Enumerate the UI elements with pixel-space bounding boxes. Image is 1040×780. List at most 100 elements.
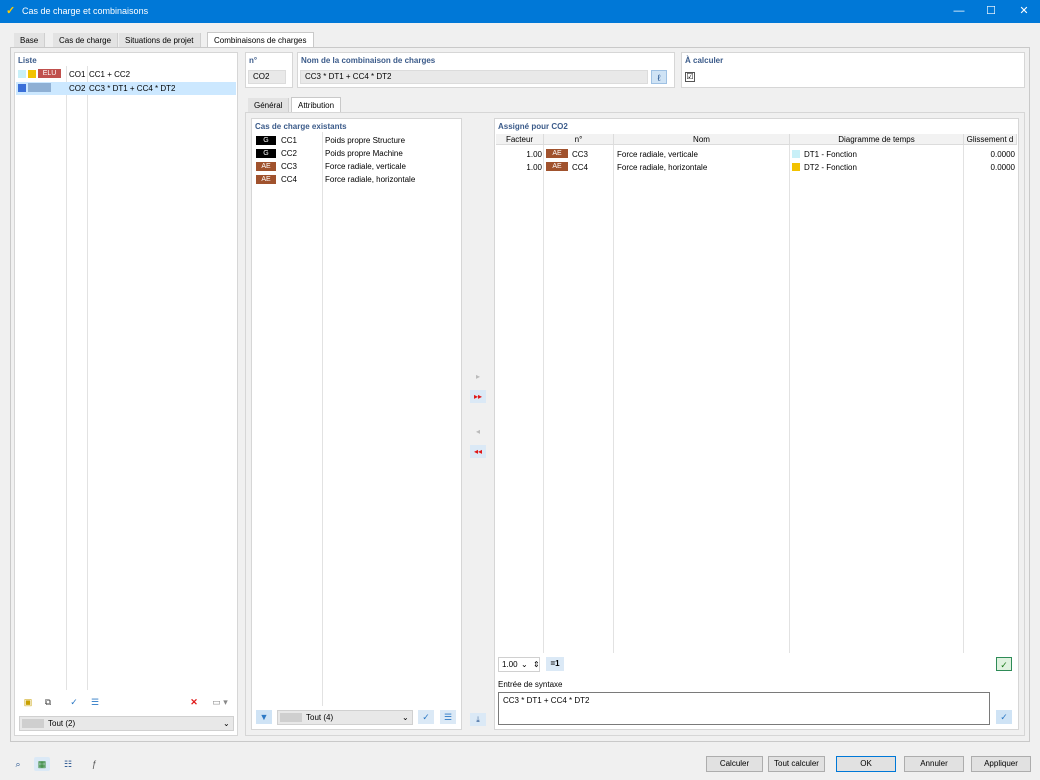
combo-no-field[interactable]: CO2	[248, 70, 286, 84]
syntax-input[interactable]: CC3 * DT1 + CC4 * DT2	[498, 692, 990, 725]
tab-cas-de-charge[interactable]: Cas de charge	[53, 33, 119, 48]
view-options-icon[interactable]: ▭ ▾	[206, 695, 234, 709]
apply-syntax-icon[interactable]: ✓	[996, 710, 1012, 724]
list-item-desc: CC3 * DT1 + CC4 * DT2	[89, 84, 176, 93]
check-all-icon[interactable]: ✓	[66, 695, 82, 709]
remove-all-icon[interactable]: ◂◂	[470, 445, 486, 458]
copy-item-icon[interactable]: ⧉	[40, 695, 56, 709]
assigned-row-name: Force radiale, horizontale	[617, 163, 708, 172]
check-all-icon[interactable]: ✓	[418, 710, 434, 724]
appliquer-button[interactable]: Appliquer	[971, 756, 1031, 772]
assigned-row-slide[interactable]: 0.0000	[975, 150, 1015, 159]
accept-icon[interactable]: ✓	[996, 657, 1012, 671]
uncheck-all-icon[interactable]: ☰	[440, 710, 456, 724]
calc-label: À calculer	[685, 56, 724, 65]
calc-checkbox[interactable]: ☑	[685, 72, 695, 82]
add-selected-icon[interactable]: ▸	[470, 370, 486, 383]
edit-name-icon[interactable]: ℓ	[651, 70, 667, 84]
factor-spinner[interactable]: 1.00 ⌄ ⇕	[498, 657, 540, 672]
maximize-button[interactable]: ☐	[975, 0, 1007, 23]
existing-filter-dropdown[interactable]: Tout (4) ⌄	[277, 710, 413, 725]
add-all-icon[interactable]: ▸▸	[470, 390, 486, 403]
calc-panel	[681, 52, 1025, 88]
chevron-down-icon: ⌄	[402, 713, 409, 722]
close-button[interactable]: ✕	[1008, 0, 1040, 23]
new-item-icon[interactable]: ▣	[20, 695, 36, 709]
load-type-tag: AE	[546, 162, 568, 171]
column-header-diagramme[interactable]: Diagramme de temps	[790, 134, 964, 145]
existing-row-no: CC1	[281, 136, 298, 145]
existing-row-name: Poids propre Structure	[325, 136, 406, 145]
remove-selected-icon[interactable]: ◂	[470, 425, 486, 438]
tab-combinaisons-de-charges[interactable]: Combinaisons de charges	[207, 32, 314, 48]
combo-no-label: n°	[249, 56, 258, 65]
title-bar: ✓ Cas de charge et combinaisons — ☐ ✕	[0, 0, 1040, 23]
annuler-button[interactable]: Annuler	[904, 756, 964, 772]
list-column-divider	[87, 66, 88, 690]
diagram-color-swatch	[792, 150, 800, 158]
load-type-tag: G	[256, 136, 276, 145]
existing-row-no: CC4	[281, 175, 298, 184]
app-icon: ✓	[6, 5, 16, 17]
existing-row-name: Force radiale, verticale	[325, 162, 406, 171]
search-icon[interactable]: ⌕	[10, 757, 26, 771]
spin-arrows-icon: ⇕	[533, 660, 540, 669]
load-type-tag: AE	[546, 149, 568, 158]
calculer-button[interactable]: Calculer	[706, 756, 763, 772]
chevron-down-icon: ⌄	[521, 660, 528, 669]
existing-filter-value: Tout (4)	[306, 713, 334, 722]
uncheck-all-icon[interactable]: ☰	[87, 695, 103, 709]
delete-icon[interactable]: ✕	[186, 695, 202, 709]
list-filter-dropdown[interactable]: Tout (2) ⌄	[19, 716, 234, 731]
minimize-button[interactable]: —	[943, 0, 975, 23]
color-swatch	[28, 70, 36, 78]
filter-icon[interactable]: ▼	[256, 710, 272, 724]
tree-icon[interactable]: ☷	[60, 757, 76, 771]
tab-situations-de-projet[interactable]: Situations de projet	[119, 33, 201, 48]
assigned-column-divider	[963, 145, 964, 653]
list-header: Liste	[18, 56, 37, 65]
combo-name-field[interactable]: CC3 * DT1 + CC4 * DT2	[300, 70, 648, 84]
tab-general[interactable]: Général	[248, 98, 290, 113]
assigned-row-diagram[interactable]: DT2 - Fonction	[804, 163, 857, 172]
assigned-row-no: CC4	[572, 163, 589, 172]
load-type-tag: G	[256, 149, 276, 158]
assigned-header: Assigné pour CO2	[498, 122, 568, 131]
combo-name-label: Nom de la combinaison de charges	[301, 56, 436, 65]
assigned-row-name: Force radiale, verticale	[617, 150, 698, 159]
column-header-facteur[interactable]: Facteur	[496, 134, 544, 145]
formula-icon[interactable]: ƒ	[86, 757, 102, 771]
column-header-no[interactable]: n°	[544, 134, 614, 145]
list-item-no: CO1	[69, 70, 86, 79]
assigned-row-factor[interactable]: 1.00	[520, 163, 542, 172]
existing-row-no: CC2	[281, 149, 298, 158]
existing-column-divider	[322, 132, 323, 706]
filter-swatch	[22, 719, 44, 728]
tab-base[interactable]: Base	[14, 33, 46, 48]
load-type-tag: AE	[256, 162, 276, 171]
list-filter-value: Tout (2)	[48, 719, 76, 728]
list-item-no: CO2	[69, 84, 86, 93]
existing-header: Cas de charge existants	[255, 122, 347, 131]
ok-button[interactable]: OK	[836, 756, 896, 772]
chevron-down-icon: ⌄	[223, 719, 230, 728]
elu-badge: ELU	[38, 69, 61, 78]
tout-calculer-button[interactable]: Tout calculer	[768, 756, 825, 772]
column-header-glissement[interactable]: Glissement d	[964, 134, 1017, 145]
units-icon[interactable]: ▦	[34, 757, 50, 771]
assigned-row-no: CC3	[572, 150, 589, 159]
color-swatch	[18, 84, 26, 92]
column-header-nom[interactable]: Nom	[614, 134, 790, 145]
list-panel	[14, 52, 238, 736]
set-factor-one-button[interactable]: =1	[546, 657, 564, 671]
diagram-color-swatch	[792, 163, 800, 171]
assigned-row-factor[interactable]: 1.00	[520, 150, 542, 159]
list-column-divider	[66, 66, 67, 690]
checkmark-icon: ☑	[686, 72, 694, 81]
tab-attribution[interactable]: Attribution	[291, 97, 342, 113]
move-bottom-icon[interactable]: ⤓	[470, 713, 486, 726]
assigned-row-slide[interactable]: 0.0000	[975, 163, 1015, 172]
list-item-desc: CC1 + CC2	[89, 70, 131, 79]
assigned-row-diagram[interactable]: DT1 - Fonction	[804, 150, 857, 159]
factor-value: 1.00	[502, 660, 518, 669]
